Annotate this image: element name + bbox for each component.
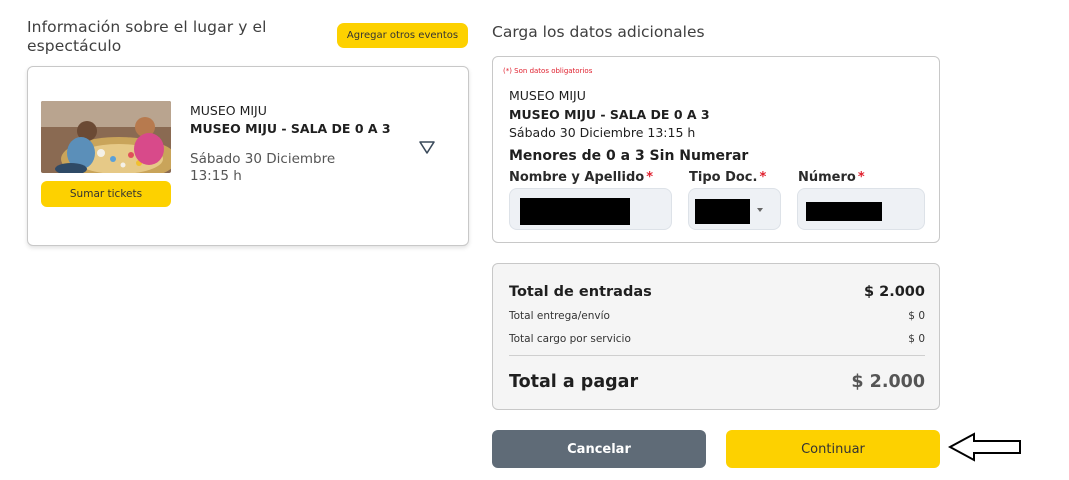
- service-fee-value: $ 0: [908, 333, 925, 345]
- doc-type-label-text: Tipo Doc.: [689, 170, 758, 185]
- required-asterisk: *: [646, 170, 654, 185]
- continue-button[interactable]: Continuar: [726, 430, 940, 468]
- chevron-down-icon[interactable]: [418, 139, 436, 155]
- required-asterisk: *: [857, 170, 865, 185]
- event-date: Sábado 30 Diciembre: [190, 151, 336, 167]
- required-asterisk: *: [759, 170, 767, 185]
- additional-data-title: Carga los datos adicionales: [492, 23, 705, 41]
- shipping-label: Total entrega/envío: [509, 310, 610, 322]
- data-venue: MUSEO MIJU: [509, 88, 586, 103]
- event-venue: MUSEO MIJU: [190, 103, 267, 118]
- service-fee-label: Total cargo por servicio: [509, 333, 631, 345]
- event-image: [41, 101, 171, 173]
- document-number-input[interactable]: [797, 188, 925, 230]
- event-section-title: Información sobre el lugar y el espectác…: [27, 18, 267, 55]
- redacted-value: [806, 202, 882, 221]
- total-to-pay-value: $ 2.000: [851, 372, 925, 392]
- left-arrow-icon: [948, 432, 1021, 462]
- event-photo-illustration: [41, 101, 171, 173]
- shipping-row: Total entrega/envío $ 0: [509, 310, 925, 322]
- name-label: Nombre y Apellido *: [509, 170, 653, 185]
- caret-down-icon: [757, 208, 763, 212]
- redacted-value: [520, 198, 630, 225]
- required-fields-note: (*) Son datos obligatorios: [503, 67, 593, 75]
- event-room: MUSEO MIJU - SALA DE 0 A 3: [190, 121, 391, 136]
- totals-summary: Total de entradas $ 2.000 Total entrega/…: [492, 263, 940, 410]
- cancel-button[interactable]: Cancelar: [492, 430, 706, 468]
- total-entries-label: Total de entradas: [509, 284, 652, 300]
- service-fee-row: Total cargo por servicio $ 0: [509, 333, 925, 345]
- event-time: 13:15 h: [190, 168, 242, 184]
- doc-type-select[interactable]: [688, 188, 781, 230]
- total-entries-row: Total de entradas $ 2.000: [509, 284, 925, 300]
- shipping-value: $ 0: [908, 310, 925, 322]
- data-room: MUSEO MIJU - SALA DE 0 A 3: [509, 107, 710, 122]
- redacted-value: [695, 199, 750, 224]
- number-label: Número *: [798, 170, 865, 185]
- event-card: Sumar tickets MUSEO MIJU MUSEO MIJU - SA…: [27, 66, 469, 246]
- name-label-text: Nombre y Apellido: [509, 170, 645, 185]
- number-label-text: Número: [798, 170, 856, 185]
- totals-divider: [509, 355, 925, 356]
- total-entries-value: $ 2.000: [863, 284, 925, 300]
- add-tickets-button[interactable]: Sumar tickets: [41, 181, 171, 207]
- add-other-events-button[interactable]: Agregar otros eventos: [337, 23, 468, 48]
- name-input[interactable]: [509, 188, 672, 230]
- total-to-pay-row: Total a pagar $ 2.000: [509, 372, 925, 392]
- ticket-type-heading: Menores de 0 a 3 Sin Numerar: [509, 148, 749, 164]
- data-datetime: Sábado 30 Diciembre 13:15 h: [509, 125, 696, 140]
- total-to-pay-label: Total a pagar: [509, 372, 639, 392]
- doc-type-label: Tipo Doc. *: [689, 170, 766, 185]
- attendee-data-card: (*) Son datos obligatorios MUSEO MIJU MU…: [492, 56, 940, 243]
